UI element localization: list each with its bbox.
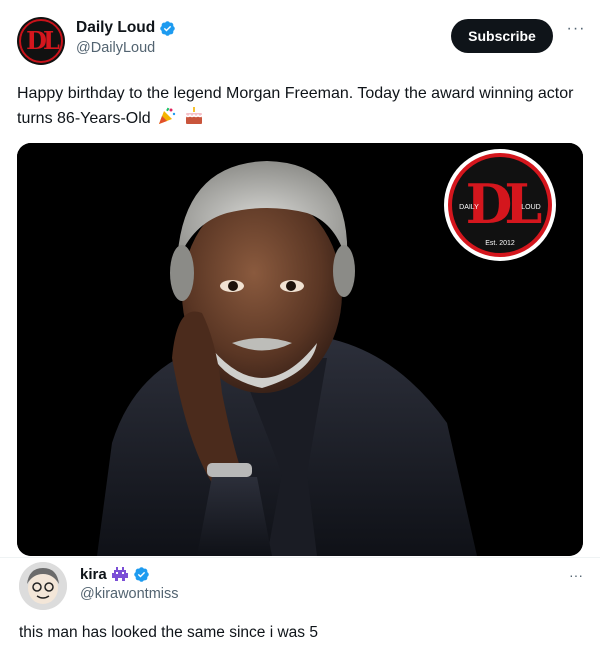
logo-left-text: DAILY <box>459 204 479 211</box>
party-popper-icon <box>157 106 177 134</box>
divider <box>0 557 600 558</box>
reply-handle[interactable]: @kirawontmiss <box>80 586 179 602</box>
logo-right-text: LOUD <box>521 204 540 211</box>
more-options-icon[interactable]: ··· <box>565 21 587 43</box>
author-display-name[interactable]: Daily Loud <box>76 19 155 37</box>
reply-name-block: kira @kirawontmiss <box>80 566 179 602</box>
alien-monster-icon <box>111 566 128 581</box>
author-avatar-monogram: DL <box>26 25 60 55</box>
birthday-cake-icon <box>184 106 204 134</box>
reply-more-options-icon[interactable]: ··· <box>565 567 587 583</box>
verified-badge-icon <box>160 20 175 36</box>
tweet-header: DL Daily Loud @DailyLoud Subscribe ··· <box>0 0 600 74</box>
verified-badge-icon <box>133 567 149 582</box>
portrait-photo: DL DAILY LOUD Est. 2012 <box>17 143 583 556</box>
daily-loud-logo: DL DAILY LOUD Est. 2012 <box>444 149 556 261</box>
reply-display-name[interactable]: kira <box>80 566 107 583</box>
tweet-text: Happy birthday to the legend Morgan Free… <box>17 82 587 134</box>
author-handle[interactable]: @DailyLoud <box>76 40 176 56</box>
subscribe-button[interactable]: Subscribe <box>451 19 553 53</box>
reply-avatar[interactable] <box>19 562 67 610</box>
tweet-media-image[interactable]: DL DAILY LOUD Est. 2012 <box>17 143 583 556</box>
tweet-text-content: Happy birthday to the legend Morgan Free… <box>17 85 574 127</box>
reply-text: this man has looked the same since i was… <box>19 624 318 641</box>
author-name-block: Daily Loud @DailyLoud <box>76 19 176 56</box>
logo-est-text: Est. 2012 <box>485 240 515 247</box>
author-avatar[interactable]: DL <box>17 17 65 65</box>
